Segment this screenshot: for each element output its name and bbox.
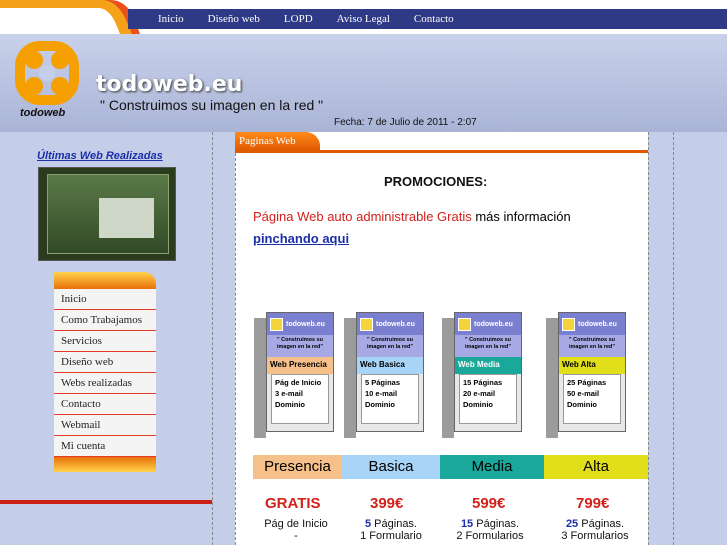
nav-lopd[interactable]: LOPD	[284, 13, 313, 25]
plan-details-alta: 25 Páginas. 3 Formularios	[561, 518, 629, 542]
box-features: 5 Páginas 10 e-mail Dominio	[361, 374, 419, 424]
promo-rest: más información	[471, 209, 571, 224]
plan-name-alta: Alta	[544, 455, 648, 479]
nav-aviso-legal[interactable]: Aviso Legal	[337, 13, 390, 25]
product-box-presencia[interactable]: todoweb.eu " Construimos su imagen en la…	[254, 312, 334, 438]
promo-title: PROMOCIONES:	[384, 174, 488, 189]
left-divider	[0, 500, 212, 504]
nav-diseno-web[interactable]: Diseño web	[208, 13, 260, 25]
nav-inicio[interactable]: Inicio	[158, 13, 184, 25]
box-tier: Web Alta	[559, 357, 625, 374]
menu-item-webs-realizadas[interactable]: Webs realizadas	[54, 373, 156, 394]
nav-contacto[interactable]: Contacto	[414, 13, 454, 25]
content-border-right	[648, 132, 649, 545]
site-name: todoweb.eu	[96, 72, 243, 97]
plan-name-basica: Basica	[342, 455, 440, 479]
menu-cap-bottom	[54, 457, 156, 472]
price-presencia: GRATIS	[265, 495, 321, 512]
promo-text: Página Web auto administrable Gratis más…	[253, 209, 571, 224]
menu-item-mi-cuenta[interactable]: Mi cuenta	[54, 436, 156, 457]
logo-text: todoweb	[20, 107, 66, 119]
recent-works-link[interactable]: Últimas Web Realizadas	[37, 150, 163, 162]
box-features: 15 Páginas 20 e-mail Dominio	[459, 374, 517, 424]
box-tier: Web Media	[455, 357, 521, 374]
box-tier: Web Presencia	[267, 357, 333, 374]
date-text: Fecha: 7 de Julio de 2011 - 2:07	[334, 117, 477, 128]
box-features: Pág de Inicio 3 e-mail Dominio	[271, 374, 329, 424]
top-navigation: Inicio Diseño web LOPD Aviso Legal Conta…	[0, 0, 727, 34]
menu-item-servicios[interactable]: Servicios	[54, 331, 156, 352]
box-slogan: " Construimos su imagen en la red"	[357, 335, 423, 357]
plan-details-basica: 5 Páginas. 1 Formulario	[360, 518, 422, 542]
logo-icon	[15, 41, 79, 105]
column-divider-left	[212, 132, 213, 545]
price-alta: 799€	[576, 495, 610, 512]
box-logo-icon	[360, 317, 373, 331]
box-brand: todoweb.eu	[559, 313, 625, 335]
plan-details-media: 15 Páginas. 2 Formularios	[456, 518, 524, 542]
right-column	[648, 132, 727, 545]
recent-work-thumbnail[interactable]	[38, 167, 176, 261]
plan-headers: Presencia Basica Media Alta	[253, 455, 648, 479]
menu-item-contacto[interactable]: Contacto	[54, 394, 156, 415]
box-features: 25 Páginas 50 e-mail Dominio	[563, 374, 621, 424]
slogan: " Construimos su imagen en la red "	[100, 97, 324, 113]
box-logo-icon	[270, 317, 283, 331]
box-slogan: " Construimos su imagen en la red"	[455, 335, 521, 357]
plan-name-media: Media	[440, 455, 544, 479]
plan-name-presencia: Presencia	[253, 455, 342, 479]
tab-paginas-web[interactable]: Paginas Web	[235, 132, 320, 150]
product-box-media[interactable]: todoweb.eu " Construimos su imagen en la…	[442, 312, 522, 438]
box-brand: todoweb.eu	[267, 313, 333, 335]
box-tier: Web Basica	[357, 357, 423, 374]
content-border-left	[235, 153, 236, 545]
box-slogan: " Construimos su imagen en la red"	[559, 335, 625, 357]
box-brand: todoweb.eu	[455, 313, 521, 335]
box-logo-icon	[562, 317, 575, 331]
header-swoosh	[0, 0, 140, 34]
product-box-alta[interactable]: todoweb.eu " Construimos su imagen en la…	[546, 312, 626, 438]
box-slogan: " Construimos su imagen en la red"	[267, 335, 333, 357]
price-media: 599€	[472, 495, 506, 512]
menu-cap-top	[54, 272, 156, 289]
column-divider-right	[673, 132, 674, 545]
price-basica: 399€	[370, 495, 404, 512]
menu-item-inicio[interactable]: Inicio	[54, 289, 156, 310]
product-box-basica[interactable]: todoweb.eu " Construimos su imagen en la…	[344, 312, 424, 438]
plan-details-presencia: Pág de Inicio -	[264, 518, 328, 542]
side-menu: Inicio Como Trabajamos Servicios Diseño …	[54, 272, 156, 472]
menu-item-webmail[interactable]: Webmail	[54, 415, 156, 436]
promo-highlight: Página Web auto administrable Gratis	[253, 209, 472, 224]
box-brand: todoweb.eu	[357, 313, 423, 335]
menu-item-como-trabajamos[interactable]: Como Trabajamos	[54, 310, 156, 331]
promo-link[interactable]: pinchando aqui	[253, 231, 349, 246]
tab-underline	[235, 150, 648, 153]
menu-item-diseno-web[interactable]: Diseño web	[54, 352, 156, 373]
box-logo-icon	[458, 317, 471, 331]
